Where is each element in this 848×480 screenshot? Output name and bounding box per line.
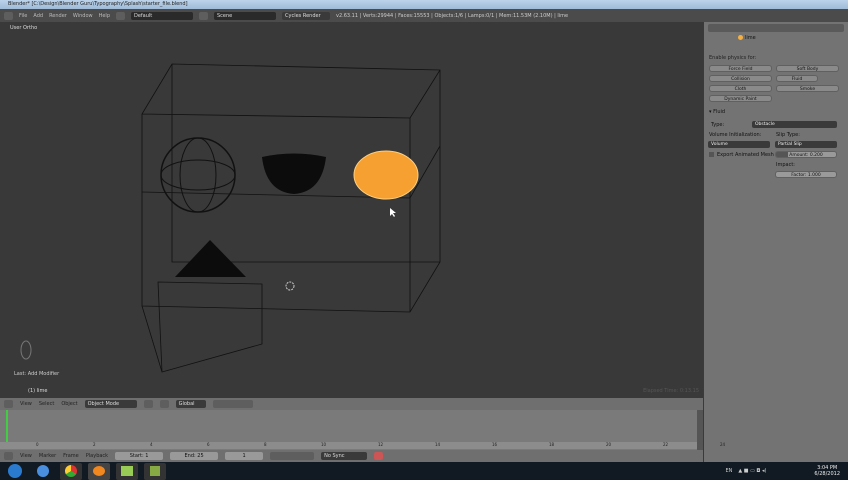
pivot-button[interactable] — [159, 400, 169, 408]
object-icon — [738, 35, 743, 40]
menu-render[interactable]: Render — [49, 13, 67, 19]
scene-select[interactable]: Scene — [214, 11, 276, 20]
force-field-button[interactable]: Force Field — [709, 65, 772, 72]
frame-tick-label: 12 — [378, 442, 384, 447]
windows-taskbar: EN ▲ ■ ▭ ◘ ◂) 3:04 PM 6/28/2012 — [0, 462, 848, 480]
frame-tick-label: 8 — [264, 442, 267, 447]
start-button[interactable] — [4, 463, 26, 480]
properties-panel: lime Enable physics for: Force Field Sof… — [704, 22, 848, 462]
menu-select[interactable]: Select — [39, 401, 54, 407]
itunes-icon[interactable] — [32, 463, 54, 480]
menu-frame[interactable]: Frame — [63, 453, 79, 459]
type-label: Type: — [711, 122, 725, 128]
menu-file[interactable]: File — [19, 13, 27, 19]
frame-tick-label: 0 — [36, 442, 39, 447]
frame-tick-label: 6 — [207, 442, 210, 447]
layout-select[interactable]: Default — [131, 11, 193, 20]
sync-select[interactable]: No Sync — [321, 452, 368, 460]
slip-type-label: Slip Type: — [776, 132, 800, 138]
mouse-hint-icon — [20, 340, 32, 360]
menu-object[interactable]: Object — [61, 401, 77, 407]
timeline[interactable]: 0 2 4 6 8 10 12 14 16 18 20 22 24 — [0, 410, 725, 450]
orientation-select[interactable]: Global — [175, 400, 206, 408]
dynamic-paint-button[interactable]: Dynamic Paint — [709, 95, 772, 102]
frame-tick-label: 16 — [492, 442, 498, 447]
app-icon[interactable] — [144, 462, 166, 480]
current-frame-line — [6, 410, 8, 442]
info-header: File Add Render Window Help Default Scen… — [0, 9, 848, 22]
render-engine-select[interactable]: Cycles Render — [282, 11, 330, 20]
mouse-cursor — [390, 208, 396, 217]
blender-icon[interactable] — [88, 462, 110, 480]
fluid-section-label: Fluid — [713, 109, 726, 115]
timeline-scrollbar[interactable] — [697, 410, 703, 450]
frame-tick-label: 14 — [435, 442, 441, 447]
layers-grid[interactable] — [212, 400, 253, 408]
frame-tick-label: 20 — [606, 442, 612, 447]
export-animated-mesh-checkbox[interactable] — [709, 152, 714, 157]
fluid-section-header[interactable]: ▾ Fluid — [709, 109, 725, 115]
playback-controls[interactable] — [270, 452, 315, 460]
volume-init-select[interactable]: Volume — [708, 141, 770, 148]
collision-button[interactable]: Collision — [709, 75, 772, 82]
smoke-button[interactable]: Smoke — [776, 85, 839, 92]
menu-add[interactable]: Add — [33, 13, 43, 19]
start-frame-field[interactable]: Start: 1 — [115, 452, 164, 460]
3d-viewport[interactable]: User Ortho Last: Add Modifier (1) lime E… — [0, 22, 703, 398]
slip-type-select[interactable]: Partial Slip — [775, 141, 837, 148]
lime-object-selected — [353, 150, 419, 200]
timeline-header: View Marker Frame Playback Start: 1 End:… — [0, 450, 703, 462]
menu-view[interactable]: View — [20, 453, 32, 459]
3d-view-header: View Select Object Object Mode Global — [0, 398, 703, 410]
shading-button[interactable] — [143, 400, 153, 408]
export-animated-mesh-label: Export Animated Mesh — [717, 152, 774, 158]
stats-text: v2.63.11 | Verts:29944 | Faces:15553 | O… — [336, 12, 569, 19]
impact-factor-field[interactable]: Factor: 1.000 — [775, 171, 837, 178]
menu-help[interactable]: Help — [99, 13, 110, 19]
fluid-type-select[interactable]: Obstacle — [752, 121, 837, 128]
object-label: (1) lime — [28, 388, 48, 394]
editor-type-button[interactable] — [4, 452, 13, 460]
chrome-icon[interactable] — [60, 462, 82, 480]
soft-body-button[interactable]: Soft Body — [776, 65, 839, 72]
frame-tick-label: 2 — [93, 442, 96, 447]
menu-playback[interactable]: Playback — [86, 453, 108, 459]
last-operator: Last: Add Modifier — [14, 371, 60, 377]
current-frame-field[interactable]: 1 — [225, 452, 264, 460]
menu-view[interactable]: View — [20, 401, 32, 407]
impact-label: Impact: — [776, 162, 795, 168]
clock-date: 6/28/2012 — [814, 471, 840, 477]
enable-physics-label: Enable physics for: — [709, 55, 757, 61]
menu-marker[interactable]: Marker — [39, 453, 56, 459]
clock[interactable]: 3:04 PM 6/28/2012 — [814, 465, 840, 477]
window-title: Blender* [C:\Design\Blender Guru\Typogra… — [0, 0, 848, 9]
record-button[interactable] — [374, 452, 384, 460]
volume-init-label: Volume Initialization: — [709, 132, 762, 138]
properties-tabs[interactable] — [708, 24, 844, 32]
bowl-object — [262, 153, 326, 194]
menu-window[interactable]: Window — [73, 13, 93, 19]
slip-amount-slider[interactable]: Amount: 0.200 — [775, 151, 837, 158]
context-object: lime — [745, 35, 756, 41]
frame-tick-label: 10 — [321, 442, 327, 447]
frame-tick-label: 4 — [150, 442, 153, 447]
notes-icon[interactable] — [116, 462, 138, 480]
3d-cursor — [285, 281, 295, 291]
frame-tick-label: 18 — [549, 442, 555, 447]
frame-tick-label: 24 — [720, 442, 726, 447]
frame-tick-label: 22 — [663, 442, 669, 447]
tray-icons[interactable]: ▲ ■ ▭ ◘ ◂) — [738, 468, 808, 474]
render-time: Elapsed Time: 0:13.15 — [643, 388, 699, 394]
scene-wireframe — [20, 63, 441, 373]
scene-icon — [199, 11, 208, 20]
mode-select[interactable]: Object Mode — [84, 400, 137, 408]
cloth-button[interactable]: Cloth — [709, 85, 772, 92]
fluid-button[interactable]: Fluid — [776, 75, 818, 82]
editor-type-button[interactable] — [4, 11, 13, 20]
language-indicator[interactable]: EN — [725, 468, 732, 474]
end-frame-field[interactable]: End: 25 — [170, 452, 219, 460]
layout-icon — [116, 11, 125, 20]
cone-object — [175, 240, 246, 277]
editor-type-button[interactable] — [4, 400, 13, 408]
